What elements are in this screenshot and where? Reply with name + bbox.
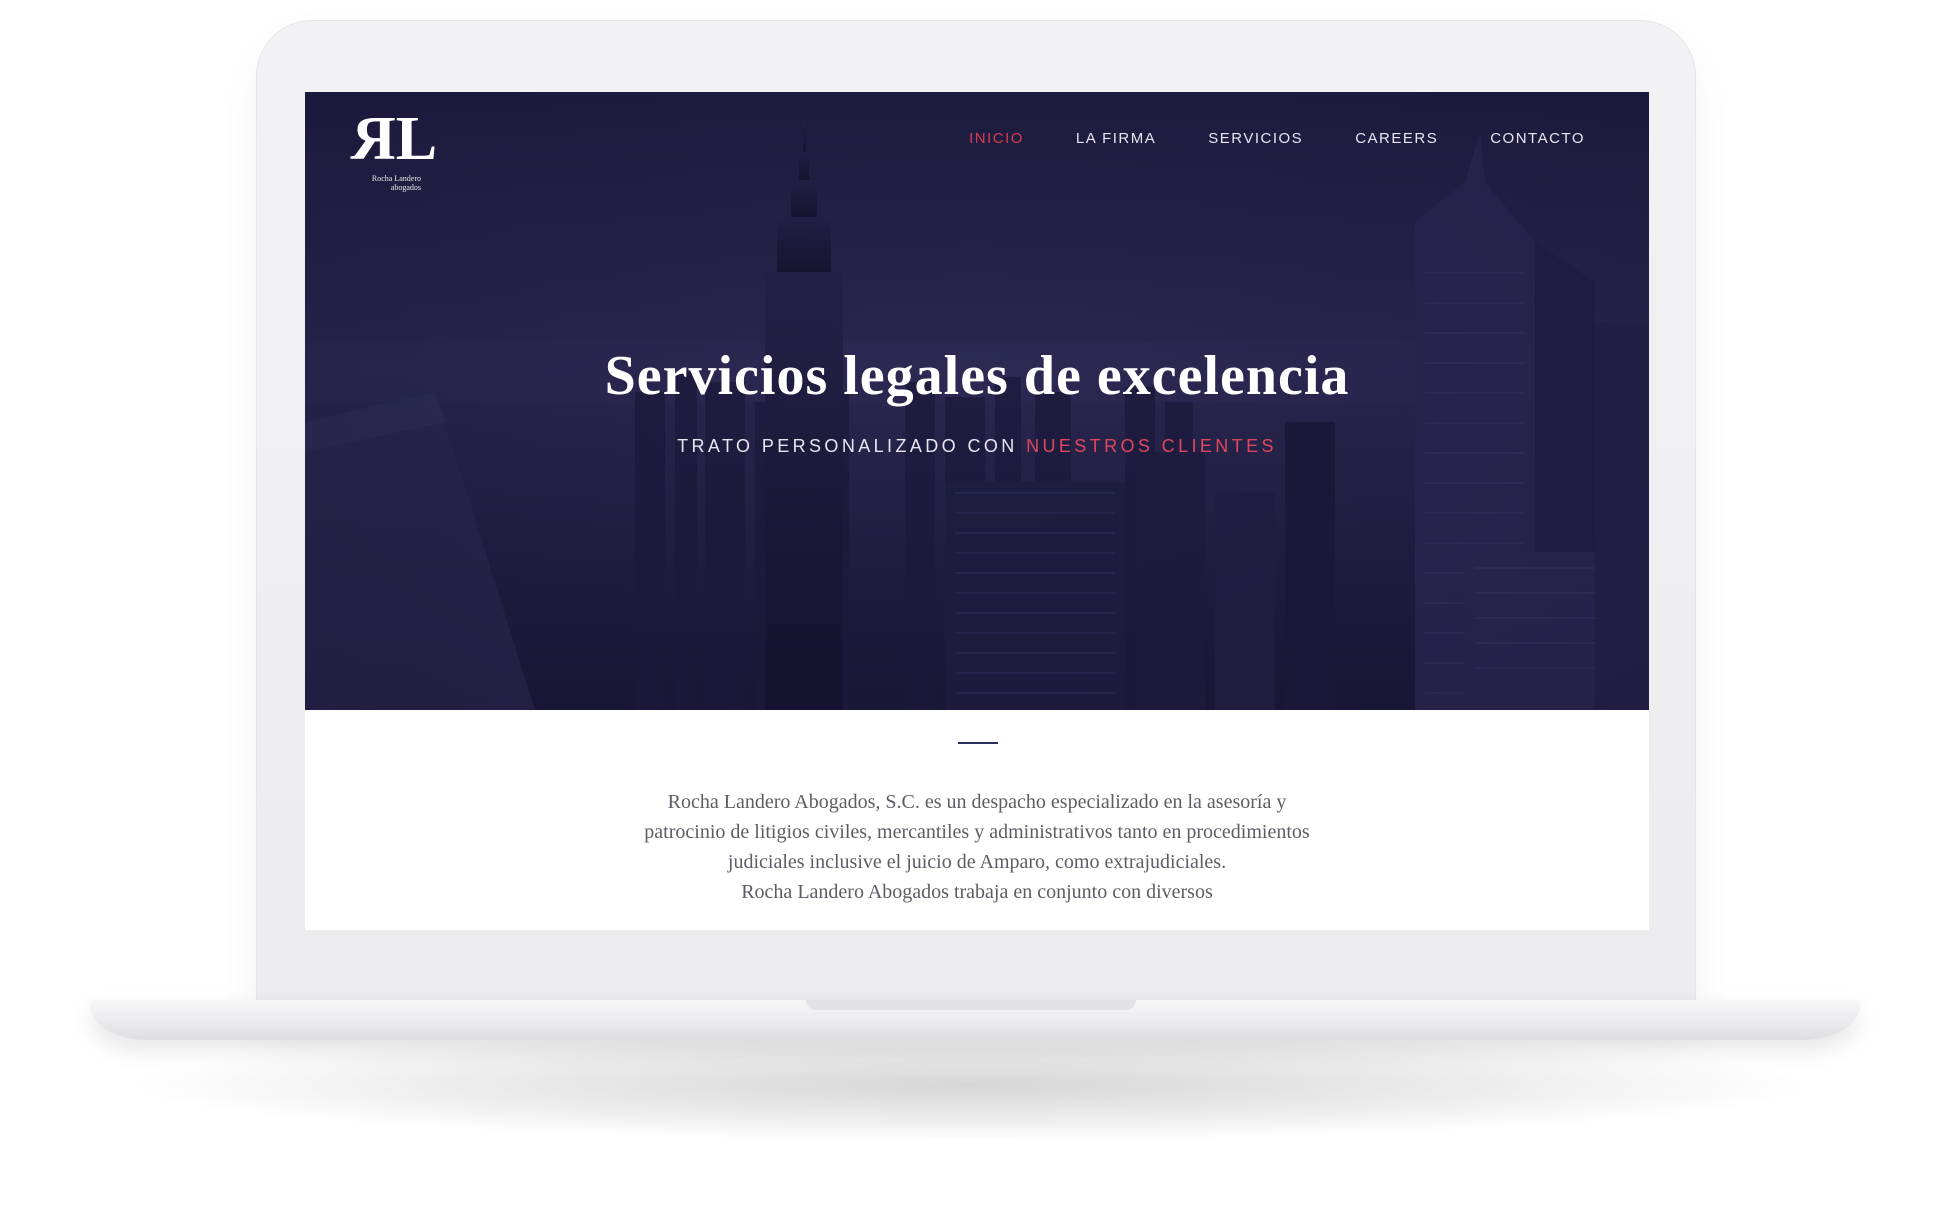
main-nav: INICIO LA FIRMA SERVICIOS CAREERS CONTAC… [917,130,1585,147]
intro-line: patrocinio de litigios civiles, mercanti… [644,821,1310,843]
hero-subtitle: TRATO PERSONALIZADO CON NUESTROS CLIENTE… [305,436,1649,457]
nav-item-la-firma[interactable]: LA FIRMA [1076,130,1156,147]
nav-item-careers[interactable]: CAREERS [1355,130,1438,147]
hero-title: Servicios legales de excelencia [604,345,1350,407]
section-divider [958,742,998,744]
intro-line: Rocha Landero Abogados trabaja en conjun… [741,881,1213,903]
hero-section: RL Rocha Landero abogados INICIO LA FIRM… [305,92,1649,710]
intro-line: Rocha Landero Abogados, S.C. es un despa… [667,791,1287,813]
intro-paragraph: Rocha Landero Abogados, S.C. es un despa… [577,787,1377,907]
logo-mark: RL [365,105,437,173]
nav-item-contacto[interactable]: CONTACTO [1490,130,1585,147]
laptop-notch [806,1000,1136,1010]
intro-line: judiciales inclusive el juicio de Amparo… [727,851,1227,873]
logo-tagline: abogados [390,183,421,192]
laptop-shadow [140,1030,1800,1140]
hero-subtitle-prefix: TRATO PERSONALIZADO CON [677,436,1018,456]
logo[interactable]: RL Rocha Landero abogados [365,105,437,192]
nav-item-inicio[interactable]: INICIO [969,130,1024,147]
logo-mark-r: R [365,105,396,173]
nav-item-servicios[interactable]: SERVICIOS [1208,130,1303,147]
logo-name: Rocha Landero [371,174,421,183]
hero-subtitle-accent: NUESTROS CLIENTES [1026,436,1277,456]
website-screen: RL Rocha Landero abogados INICIO LA FIRM… [305,92,1649,930]
